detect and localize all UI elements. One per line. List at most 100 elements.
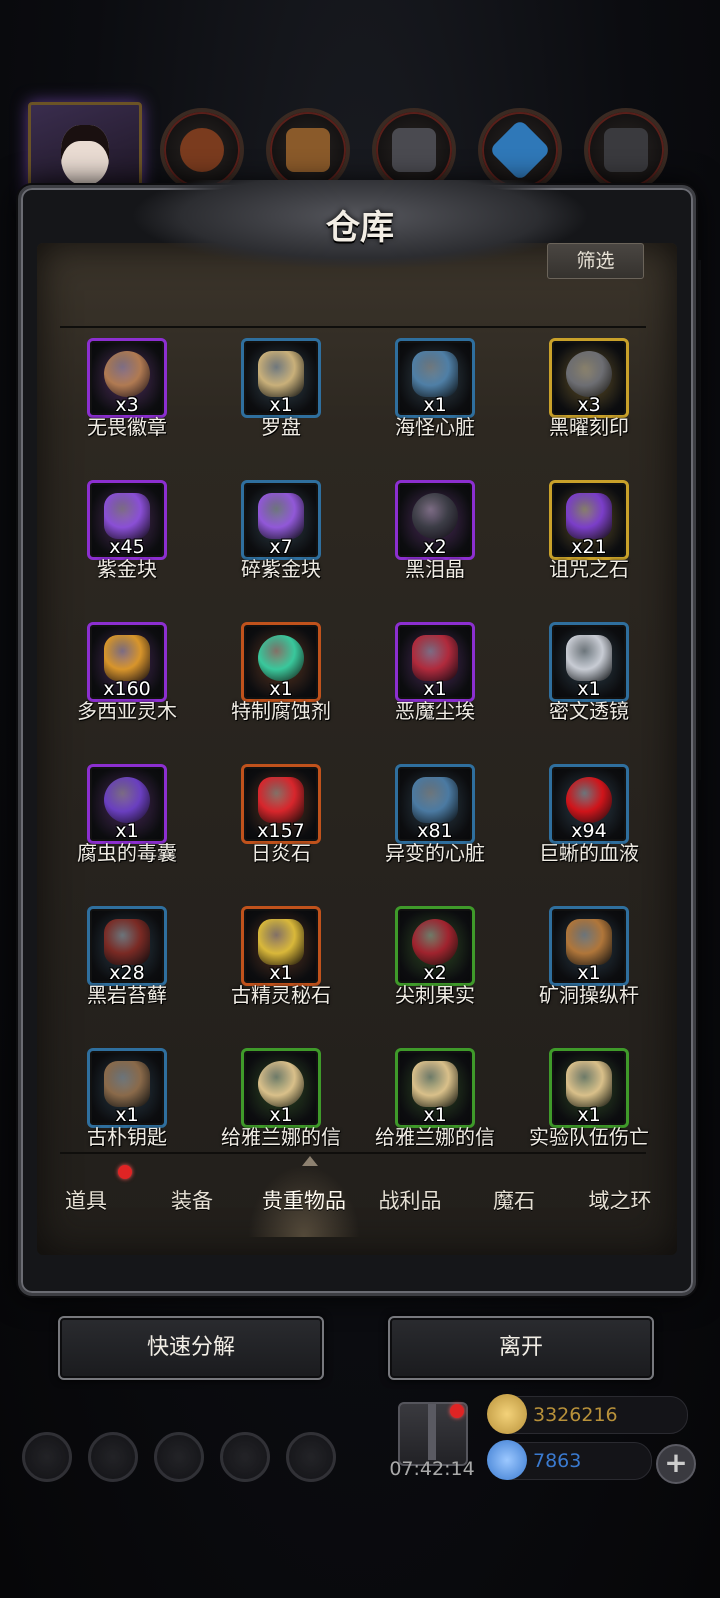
avatar-face: [61, 125, 109, 185]
item-name: 无畏徽章: [87, 415, 167, 439]
item-cell[interactable]: x28 黑岩苔藓: [52, 906, 202, 1048]
crystal-shard-icon: [258, 493, 304, 539]
tab-label: 贵重物品: [262, 1189, 346, 1213]
item-name: 古朴钥匙: [87, 1125, 167, 1149]
gift-alert-dot: [450, 1404, 464, 1418]
item-name: 诅咒之石: [549, 557, 629, 581]
item-cell[interactable]: x160 多西亚灵木: [52, 622, 202, 764]
tab-2[interactable]: 贵重物品: [248, 1165, 360, 1237]
stone-block-icon: [392, 128, 436, 172]
cursed-stone-icon: [566, 493, 612, 539]
mutant-heart-icon: [412, 777, 458, 823]
tab-alert-dot: [118, 1165, 132, 1179]
letter-scroll-icon: [566, 1061, 612, 1107]
item-name: 碎紫金块: [241, 557, 321, 581]
rune-medal-icon: [104, 351, 150, 397]
item-cell[interactable]: x94 巨蜥的血液: [514, 764, 664, 906]
item-cell[interactable]: x1 古精灵秘石: [206, 906, 356, 1048]
item-name: 巨蜥的血液: [539, 841, 639, 865]
item-cell[interactable]: x81 异变的心脏: [360, 764, 510, 906]
star-icon[interactable]: [88, 1432, 138, 1482]
wood-plank-icon: [286, 128, 330, 172]
gem-icon: [487, 1440, 527, 1480]
item-cell[interactable]: x1 腐虫的毒囊: [52, 764, 202, 906]
item-name: 紫金块: [97, 557, 157, 581]
tab-4[interactable]: 魔石: [462, 1165, 566, 1237]
meat-icon: [180, 128, 224, 172]
moss-icon: [104, 919, 150, 965]
item-cell[interactable]: x1 特制腐蚀剂: [206, 622, 356, 764]
item-name: 多西亚灵木: [77, 699, 177, 723]
letter-scroll-icon: [412, 1061, 458, 1107]
letter-scroll-icon: [258, 1061, 304, 1107]
tab-label: 道具: [65, 1189, 107, 1213]
settings-icon[interactable]: [22, 1432, 72, 1482]
item-name: 恶魔尘埃: [395, 699, 475, 723]
item-name: 日炎石: [251, 841, 311, 865]
shop-icon[interactable]: [286, 1432, 336, 1482]
spiked-fruit-icon: [412, 919, 458, 965]
item-cell[interactable]: x7 碎紫金块: [206, 480, 356, 622]
item-cell[interactable]: x1 密文透镜: [514, 622, 664, 764]
compass-icon: [258, 351, 304, 397]
item-name: 给雅兰娜的信: [221, 1125, 341, 1149]
item-name: 密文透镜: [549, 699, 629, 723]
item-cell[interactable]: x3 黑曜刻印: [514, 338, 664, 480]
item-cell[interactable]: x21 诅咒之石: [514, 480, 664, 622]
item-name: 罗盘: [261, 415, 301, 439]
gem-value: 7863: [533, 1450, 582, 1472]
gold-coin-icon: [487, 1394, 527, 1434]
divider: [60, 326, 646, 328]
timer-text: 07:42:14: [389, 1458, 475, 1480]
item-name: 矿洞操纵杆: [539, 983, 639, 1007]
poison-sac-icon: [104, 777, 150, 823]
item-cell[interactable]: x1 矿洞操纵杆: [514, 906, 664, 1048]
filter-button[interactable]: 筛选: [547, 243, 644, 279]
lens-icon: [566, 635, 612, 681]
divider: [60, 1152, 646, 1154]
item-name: 特制腐蚀剂: [231, 699, 331, 723]
plus-icon[interactable]: +: [656, 1444, 696, 1484]
item-cell[interactable]: x1 罗盘: [206, 338, 356, 480]
map-icon[interactable]: [154, 1432, 204, 1482]
item-cell[interactable]: x45 紫金块: [52, 480, 202, 622]
leave-button[interactable]: 离开: [388, 1316, 654, 1380]
tab-5[interactable]: 域之环: [568, 1165, 672, 1237]
resource-orb-5[interactable]: [584, 108, 668, 192]
tab-1[interactable]: 装备: [140, 1165, 244, 1237]
tab-0[interactable]: 道具: [36, 1165, 136, 1237]
page-title: 仓库: [326, 208, 394, 248]
gem-counter: 7863: [487, 1440, 652, 1480]
item-name: 尖刺果实: [395, 983, 475, 1007]
item-cell[interactable]: x1 海怪心脏: [360, 338, 510, 480]
tab-label: 战利品: [378, 1189, 442, 1213]
category-tabs: 道具 装备 贵重物品 战利品 魔石 域之环: [36, 1165, 672, 1237]
item-name: 腐虫的毒囊: [77, 841, 177, 865]
item-name: 给雅兰娜的信: [375, 1125, 495, 1149]
item-name: 黑岩苔藓: [87, 983, 167, 1007]
blue-crystal-icon: [488, 118, 552, 182]
key-icon: [104, 1061, 150, 1107]
crystal-icon: [104, 493, 150, 539]
wood-log-icon: [104, 635, 150, 681]
tab-label: 装备: [171, 1189, 213, 1213]
obsidian-stone-icon: [566, 351, 612, 397]
tab-label: 魔石: [493, 1189, 535, 1213]
item-cell[interactable]: x157 日炎石: [206, 764, 356, 906]
mail-icon[interactable]: [220, 1432, 270, 1482]
potion-flask-icon: [258, 635, 304, 681]
item-cell[interactable]: x2 黑泪晶: [360, 480, 510, 622]
item-cell[interactable]: x2 尖刺果实: [360, 906, 510, 1048]
dust-pile-icon: [412, 635, 458, 681]
item-cell[interactable]: x1 恶魔尘埃: [360, 622, 510, 764]
tab-label: 域之环: [588, 1189, 652, 1213]
tab-3[interactable]: 战利品: [358, 1165, 462, 1237]
item-grid: x3 无畏徽章 x1 罗盘 x1 海怪心脏 x3 黑曜刻印 x45 紫金块 x7 碎紫金块 x2 黑泪晶 x…: [52, 338, 664, 1190]
quick-disassemble-button[interactable]: 快速分解: [58, 1316, 324, 1380]
gear-lever-icon: [566, 919, 612, 965]
item-name: 古精灵秘石: [231, 983, 331, 1007]
elf-stone-icon: [258, 919, 304, 965]
item-cell[interactable]: x3 无畏徽章: [52, 338, 202, 480]
item-name: 实验队伍伤亡: [529, 1125, 649, 1149]
black-tear-icon: [412, 493, 458, 539]
